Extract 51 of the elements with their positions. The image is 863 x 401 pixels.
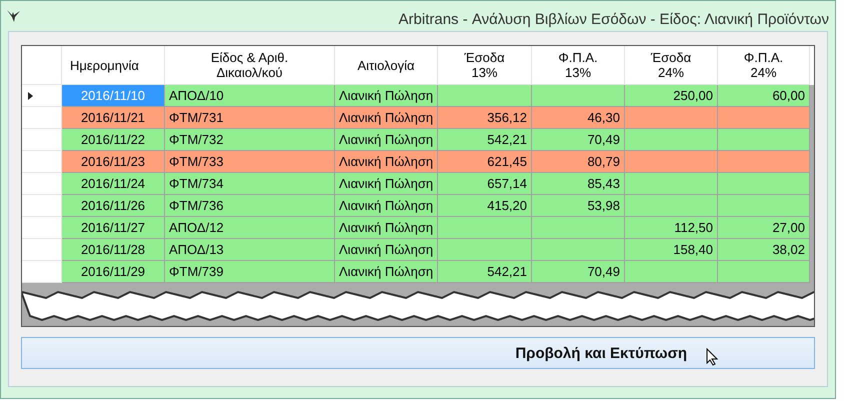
table-cell: ΦΤΜ/734 [165,173,335,195]
table-cell: 70,49 [532,261,625,283]
table-cell: 60,00 [718,85,810,107]
table-cell: 38,02 [718,239,810,261]
table-cell: 250,00 [625,85,718,107]
cursor-icon [706,348,718,366]
table-cell: 2016/11/22 [62,129,165,151]
table-cell: 2016/11/26 [62,195,165,217]
table-cell: ΦΤΜ/731 [165,107,335,129]
table-cell: ΦΤΜ/736 [165,195,335,217]
bird-icon [7,10,20,22]
table-cell: 2016/11/28 [62,239,165,261]
table-cell: Λιανική Πώληση [335,195,438,217]
table-cell: 2016/11/27 [62,217,165,239]
table-cell: Λιανική Πώληση [335,129,438,151]
table-cell: 657,14 [438,173,532,195]
preview-print-button[interactable]: Προβολή και Εκτύπωση [21,337,815,369]
table-cell: 80,79 [532,151,625,173]
table-cell: ΦΤΜ/733 [165,151,335,173]
table-cell: 85,43 [532,173,625,195]
window-title: Arbitrans - Ανάλυση Βιβλίων Εσόδων - Είδος: Λιανική Προϊόντων [398,10,829,28]
table-cell: 2016/11/24 [62,173,165,195]
table-cell: Λιανική Πώληση [335,173,438,195]
table-cell: 70,49 [532,129,625,151]
table-cell: 2016/11/23 [62,151,165,173]
table-cell: 158,40 [625,239,718,261]
table-cell: ΦΤΜ/732 [165,129,335,151]
table-cell: Λιανική Πώληση [335,85,438,107]
row-pointer-icon [28,92,33,100]
table-cell: 2016/11/21 [62,107,165,129]
table-cell: ΦΤΜ/739 [165,261,335,283]
table-cell: Λιανική Πώληση [335,261,438,283]
table-cell: ΑΠΟΔ/10 [165,85,335,107]
table-cell: 542,21 [438,261,532,283]
table-cell: 2016/11/10 [62,85,165,107]
table-cell: 27,00 [718,217,810,239]
table-cell: 542,21 [438,129,532,151]
table-cell: 2016/11/29 [62,261,165,283]
table-cell: 46,30 [532,107,625,129]
table-cell: 112,50 [625,217,718,239]
table-cell: Λιανική Πώληση [335,151,438,173]
table-cell: Λιανική Πώληση [335,107,438,129]
table-cell: 356,12 [438,107,532,129]
table-cell: Λιανική Πώληση [335,239,438,261]
table-cell: 53,98 [532,195,625,217]
table-cell: ΑΠΟΔ/12 [165,217,335,239]
table-cell: 415,20 [438,195,532,217]
table-cell: Λιανική Πώληση [335,217,438,239]
row-header[interactable] [22,85,62,107]
table-cell: ΑΠΟΔ/13 [165,239,335,261]
table-cell: 621,45 [438,151,532,173]
